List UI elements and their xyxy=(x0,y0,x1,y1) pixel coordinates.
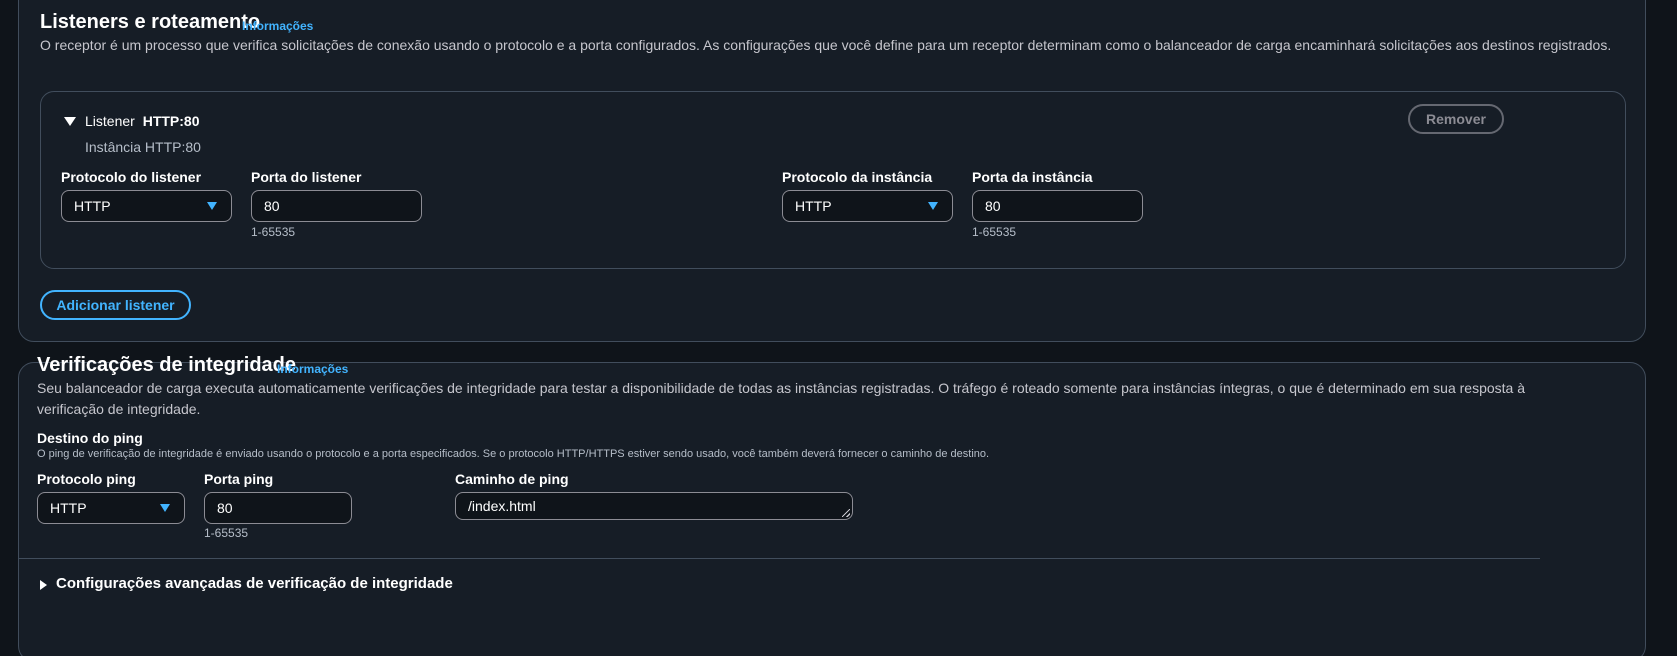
expand-caret-icon[interactable] xyxy=(40,580,47,590)
listeners-title: Listeners e roteamento xyxy=(40,11,261,33)
listener-subtitle: Instância HTTP:80 xyxy=(85,139,201,155)
listener-protocol-select[interactable]: HTTP xyxy=(61,190,232,222)
health-checks-title: Verificações de integridade xyxy=(37,354,296,376)
listener-name: HTTP:80 xyxy=(142,113,200,129)
add-listener-button[interactable]: Adicionar listener xyxy=(40,290,191,320)
ping-path-label: Caminho de ping xyxy=(455,471,569,487)
ping-port-input[interactable]: 80 xyxy=(204,492,352,524)
dropdown-arrow-icon xyxy=(207,202,217,210)
dropdown-arrow-icon xyxy=(928,202,938,210)
listeners-panel: Listeners e roteamento Informações O rec… xyxy=(18,0,1646,342)
listener-protocol-label: Protocolo do listener xyxy=(61,169,202,185)
instance-port-label: Porta da instância xyxy=(972,169,1093,185)
ping-target-hint: O ping de verificação de integridade é e… xyxy=(37,448,990,460)
listeners-info-link[interactable]: Informações xyxy=(242,19,313,33)
instance-port-input[interactable]: 80 xyxy=(972,190,1143,222)
ping-path-textarea[interactable]: /index.html xyxy=(455,492,853,520)
listener-port-input[interactable]: 80 xyxy=(251,190,422,222)
resize-grip-icon[interactable] xyxy=(842,509,850,517)
collapse-caret-icon[interactable] xyxy=(64,117,76,126)
dropdown-arrow-icon xyxy=(160,504,170,512)
section-divider xyxy=(18,558,1540,559)
ping-protocol-select[interactable]: HTTP xyxy=(37,492,185,524)
advanced-health-settings-toggle[interactable]: Configurações avançadas de verificação d… xyxy=(56,575,453,592)
ping-target-label: Destino do ping xyxy=(37,430,143,446)
listener-protocol-value: HTTP xyxy=(74,198,111,214)
listeners-description: O receptor é um processo que verifica so… xyxy=(40,37,1612,53)
instance-protocol-label: Protocolo da instância xyxy=(782,169,933,185)
ping-path-value: /index.html xyxy=(468,498,536,514)
ping-port-label: Porta ping xyxy=(204,471,274,487)
listener-port-label: Porta do listener xyxy=(251,169,362,185)
health-info-link[interactable]: Informações xyxy=(277,362,348,376)
instance-protocol-select[interactable]: HTTP xyxy=(782,190,953,222)
instance-protocol-value: HTTP xyxy=(795,198,832,214)
listener-header[interactable]: Listener HTTP:80 xyxy=(85,113,200,129)
instance-port-hint: 1-65535 xyxy=(972,225,1017,239)
health-description: Seu balanceador de carga executa automat… xyxy=(37,380,1526,417)
ping-protocol-label: Protocolo ping xyxy=(37,471,136,487)
listener-card: Listener HTTP:80 Instância HTTP:80 Remov… xyxy=(40,91,1626,269)
listener-port-hint: 1-65535 xyxy=(251,225,296,239)
remove-listener-button[interactable]: Remover xyxy=(1408,104,1504,134)
ping-port-hint: 1-65535 xyxy=(204,526,249,540)
listener-prefix: Listener xyxy=(85,113,135,129)
ping-protocol-value: HTTP xyxy=(50,500,87,516)
